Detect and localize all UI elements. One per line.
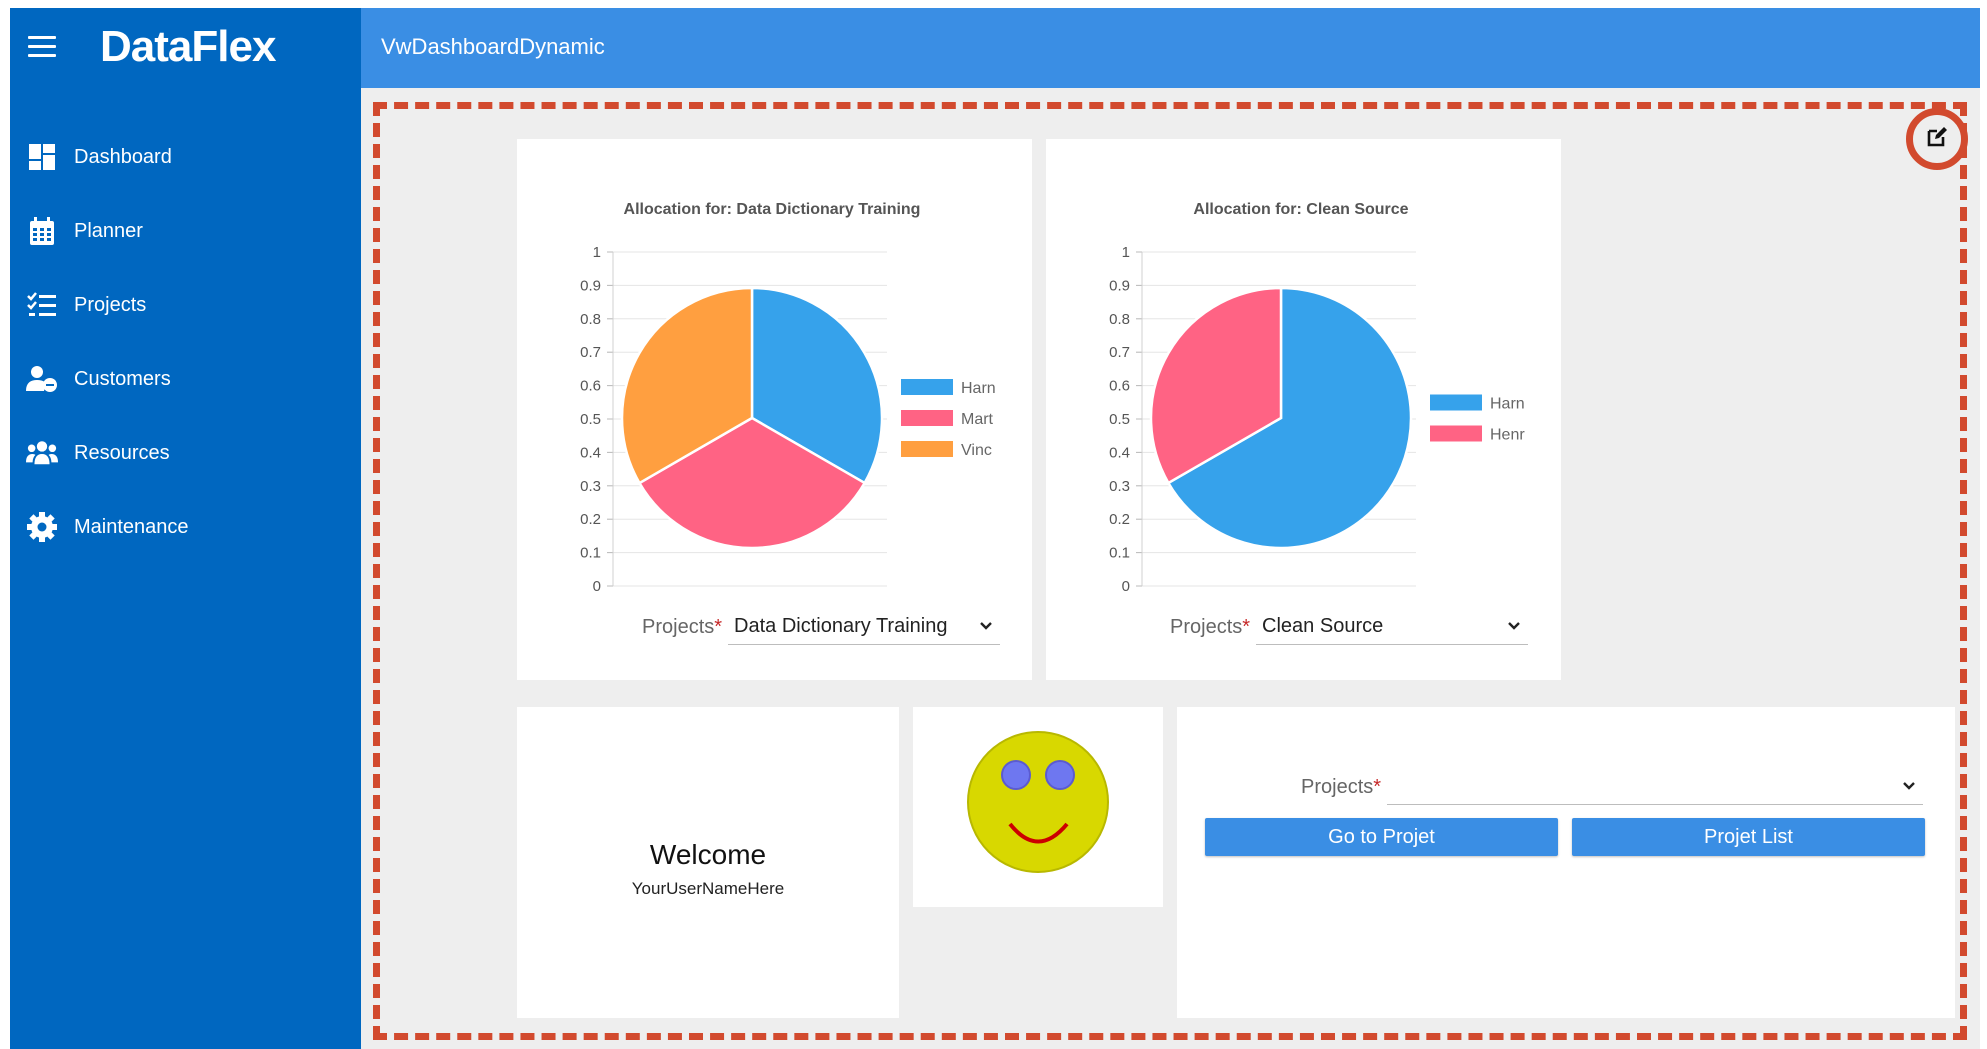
chevron-down-icon [1506, 618, 1522, 639]
welcome-card: Welcome YourUserNameHere [517, 707, 899, 1018]
sidebar-item-maintenance[interactable]: Maintenance [10, 490, 361, 564]
tick-label: 0.4 [580, 444, 601, 461]
sidebar-item-label: Customers [74, 367, 171, 390]
people-icon [26, 437, 58, 469]
tick-label: 0 [593, 578, 601, 595]
tick-label: 0.6 [580, 378, 601, 395]
page-title: VwDashboardDynamic [381, 34, 605, 59]
tick-label: 0.8 [580, 311, 601, 328]
user-name: YourUserNameHere [631, 879, 785, 898]
edit-button[interactable] [1906, 108, 1968, 170]
tick-label: 0.7 [580, 344, 601, 361]
legend-label: Mart [961, 411, 994, 428]
legend-label: Vinc [961, 442, 992, 459]
app-window: DataFlex Dashboard Planner Projects Cust… [10, 8, 1980, 1049]
project-select-1: Projects* Data Dictionary Training [642, 609, 1001, 645]
sidebar-item-dashboard[interactable]: Dashboard [10, 120, 361, 194]
legend-swatch [901, 441, 953, 457]
sidebar-item-label: Planner [74, 219, 143, 242]
sidebar-item-label: Projects [74, 293, 147, 316]
tick-label: 0.4 [1109, 444, 1130, 461]
sidebar: DataFlex Dashboard Planner Projects Cust… [10, 8, 361, 1049]
sidebar-item-planner[interactable]: Planner [10, 194, 361, 268]
tick-label: 0.6 [1109, 378, 1130, 395]
sidebar-item-label: Resources [74, 441, 170, 464]
chart-title: Allocation for: Clean Source [1193, 201, 1408, 218]
project-select-2: Projects* Clean Source [1170, 609, 1529, 645]
project-dropdown[interactable] [1387, 770, 1924, 805]
tick-label: 0.8 [1109, 311, 1130, 328]
top-header: VwDashboardDynamic [361, 8, 1980, 88]
smiley-face-icon [967, 731, 1109, 873]
tick-label: 0.2 [580, 511, 601, 528]
sidebar-item-resources[interactable]: Resources [10, 416, 361, 490]
select-label: Projects* [642, 615, 723, 638]
project-dropdown[interactable]: Clean Source [1256, 610, 1529, 645]
chevron-down-icon [1901, 778, 1917, 799]
sidebar-item-label: Maintenance [74, 515, 189, 538]
sidebar-item-customers[interactable]: Customers [10, 342, 361, 416]
chevron-down-icon [978, 618, 994, 639]
brand-row: DataFlex [10, 8, 361, 88]
select-label: Projects* [1301, 775, 1382, 798]
project-dropdown[interactable]: Data Dictionary Training [728, 610, 1001, 645]
legend-swatch [901, 410, 953, 426]
go-to-project-button[interactable]: Go to Projet [1205, 818, 1558, 856]
legend-label: Harn [1490, 396, 1525, 413]
chart-title: Allocation for: Data Dictionary Training [624, 201, 921, 218]
select-label: Projects* [1170, 615, 1251, 638]
customers-icon [26, 363, 58, 395]
dashboard-content: Allocation for: Data Dictionary Training… [361, 88, 1980, 1049]
tick-label: 0.9 [580, 277, 601, 294]
smiley-card [913, 707, 1163, 907]
tick-label: 0.2 [1109, 511, 1130, 528]
tick-label: 1 [1122, 244, 1130, 261]
select-value: Clean Source [1262, 615, 1384, 637]
project-list-button[interactable]: Projet List [1572, 818, 1925, 856]
tick-label: 0.1 [580, 545, 601, 562]
legend-label: Henr [1490, 427, 1525, 444]
tick-label: 1 [593, 244, 601, 261]
dashboard-icon [26, 141, 58, 173]
tick-label: 0.3 [1109, 478, 1130, 495]
legend-label: Harn [961, 380, 996, 397]
pie-chart: Allocation for: Data Dictionary Training… [580, 201, 996, 595]
tick-label: 0 [1122, 578, 1130, 595]
chart-card-1: Allocation for: Data Dictionary Training… [517, 139, 1032, 680]
tick-label: 0.3 [580, 478, 601, 495]
sidebar-item-label: Dashboard [74, 145, 172, 168]
legend-swatch [1430, 425, 1482, 442]
brand-logo: DataFlex [100, 22, 276, 71]
select-value: Data Dictionary Training [734, 615, 948, 637]
checklist-icon [26, 289, 58, 321]
welcome-title: Welcome [649, 839, 767, 870]
tick-label: 0.5 [580, 411, 601, 428]
project-select-3: Projects* [1301, 769, 1924, 805]
tick-label: 0.9 [1109, 277, 1130, 294]
legend-swatch [901, 379, 953, 395]
gear-icon [26, 511, 58, 543]
menu-icon[interactable] [28, 36, 56, 58]
pie-chart: Allocation for: Clean Source 1 0.9 0.8 0.7 0.… [1109, 201, 1525, 595]
legend-swatch [1430, 394, 1482, 411]
project-nav-card: Projects* Go to Projet Projet List [1177, 707, 1955, 1018]
tick-label: 0.7 [1109, 344, 1130, 361]
sidebar-nav: Dashboard Planner Projects Customers Res… [10, 120, 361, 564]
sidebar-item-projects[interactable]: Projects [10, 268, 361, 342]
edit-icon [1925, 125, 1949, 154]
chart-card-2: Allocation for: Clean Source 1 0.9 0.8 0.7 0.… [1046, 139, 1561, 680]
tick-label: 0.5 [1109, 411, 1130, 428]
tick-label: 0.1 [1109, 545, 1130, 562]
calendar-icon [26, 215, 58, 247]
